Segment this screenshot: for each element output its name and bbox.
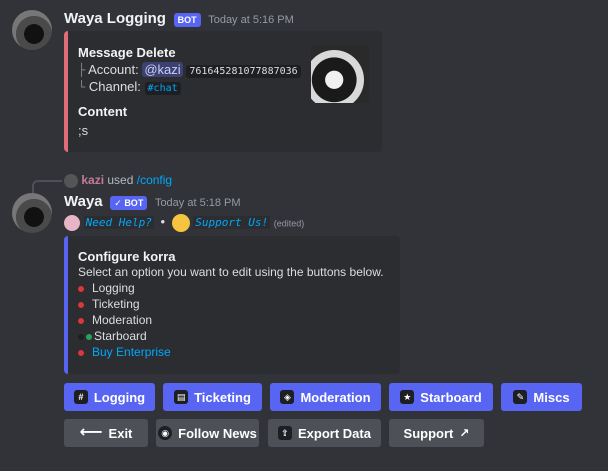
embed-description: Select an option you want to edit using … xyxy=(78,265,384,279)
option-moderation: Moderation xyxy=(78,313,152,327)
account-line: ├ Account: @kazi 761645281077887036 xyxy=(78,62,301,78)
embed-accent-bar xyxy=(64,31,68,152)
message-header: Waya Logging BOT Today at 5:16 PM xyxy=(64,10,294,27)
need-help-link[interactable]: Need Help? xyxy=(83,216,154,230)
content-title: Content xyxy=(78,104,128,119)
reply-user[interactable]: kazi xyxy=(81,173,104,187)
separator: • xyxy=(160,214,166,230)
export-data-button[interactable]: ⇪ Export Data xyxy=(268,419,381,447)
bot-badge: BOT xyxy=(173,12,201,27)
wrench-icon: ✎ xyxy=(513,390,528,404)
reply-header[interactable]: kazi used /config xyxy=(64,173,172,188)
timestamp: Today at 5:16 PM xyxy=(208,14,294,26)
button-label: Support xyxy=(403,425,454,441)
account-label: Account: xyxy=(88,62,139,77)
option-buy-enterprise: Buy Enterprise xyxy=(78,345,171,359)
button-label: Starboard xyxy=(420,389,482,405)
reply-command[interactable]: /config xyxy=(137,173,172,187)
shield-icon: ◈ xyxy=(280,390,295,404)
hugging-emoji-icon xyxy=(171,214,190,232)
button-label: Logging xyxy=(93,389,146,405)
username[interactable]: Waya xyxy=(64,193,103,210)
option-label: Starboard xyxy=(94,329,147,343)
verified-bot-badge: ✓ BOT xyxy=(110,195,148,210)
status-dot-icon xyxy=(78,317,84,324)
status-dot-icon xyxy=(78,301,84,308)
reply-connector xyxy=(32,180,62,194)
avatar[interactable] xyxy=(12,193,52,233)
follow-news-button[interactable]: ◉ Follow News xyxy=(156,419,259,447)
logging-button[interactable]: # Logging xyxy=(64,383,155,411)
help-emoji-icon xyxy=(64,215,80,231)
moderation-button[interactable]: ◈ Moderation xyxy=(270,383,381,411)
embed-title: Configure korra xyxy=(78,249,176,264)
button-label: Exit xyxy=(108,425,133,441)
timestamp: Today at 5:18 PM xyxy=(154,197,241,209)
user-mention[interactable]: @kazi xyxy=(142,62,183,77)
message-content: Need Help? • Support Us! (edited) xyxy=(64,214,304,232)
option-starboard: Starboard xyxy=(78,329,147,343)
export-icon: ⇪ xyxy=(278,426,293,440)
option-ticketing: Ticketing xyxy=(78,297,140,311)
button-label: Follow News xyxy=(178,425,257,441)
support-us-link[interactable]: Support Us! xyxy=(193,216,271,230)
embed-title: Message Delete xyxy=(78,45,176,60)
exit-button[interactable]: ⟵ Exit xyxy=(64,419,148,447)
external-link-icon: ↗ xyxy=(459,426,470,440)
arrow-left-icon: ⟵ xyxy=(79,424,103,441)
button-label: Ticketing xyxy=(194,389,251,405)
embed-thumbnail[interactable] xyxy=(311,45,369,103)
channel-label: Channel: xyxy=(88,79,141,94)
embed-accent-bar xyxy=(64,236,68,374)
miscs-button[interactable]: ✎ Miscs xyxy=(501,383,582,411)
status-dot-icon xyxy=(78,349,84,356)
option-label: Moderation xyxy=(92,313,153,327)
bot-badge-label: BOT xyxy=(124,197,144,208)
ticketing-button[interactable]: ▤ Ticketing xyxy=(163,383,262,411)
option-logging: Logging xyxy=(78,281,135,295)
channel-link[interactable]: #chat xyxy=(144,82,181,95)
edited-label: (edited) xyxy=(273,218,305,229)
tree-branch-icon: ├ xyxy=(78,63,86,77)
channel-line: └ Channel: #chat xyxy=(78,79,181,95)
content-value: ;s xyxy=(78,123,89,138)
embed-configure: Configure korra Select an option you wan… xyxy=(64,236,400,374)
account-id: 761645281077887036 xyxy=(186,65,301,78)
status-dot-icon xyxy=(78,285,84,292)
option-label: Logging xyxy=(92,281,135,295)
star-icon: ★ xyxy=(400,390,415,404)
button-label: Moderation xyxy=(300,389,371,405)
ticket-icon: ▤ xyxy=(174,390,189,404)
message-header: Waya ✓ BOT Today at 5:18 PM xyxy=(64,193,241,210)
username[interactable]: Waya Logging xyxy=(64,10,166,27)
github-icon: ◉ xyxy=(158,426,173,440)
buy-enterprise-link[interactable]: Buy Enterprise xyxy=(92,345,171,359)
button-label: Export Data xyxy=(298,425,371,441)
support-button[interactable]: Support ↗ xyxy=(389,419,484,447)
status-dot-green-icon xyxy=(86,333,92,340)
button-label: Miscs xyxy=(533,389,570,405)
embed-message-delete: Message Delete ├ Account: @kazi 76164528… xyxy=(64,31,382,152)
reply-used-text: used xyxy=(107,173,134,187)
hash-icon: # xyxy=(73,390,88,404)
reply-avatar xyxy=(64,173,78,188)
avatar[interactable] xyxy=(12,10,52,50)
starboard-button[interactable]: ★ Starboard xyxy=(389,383,493,411)
option-label: Ticketing xyxy=(92,297,140,311)
status-dot-icon xyxy=(78,333,84,340)
tree-end-icon: └ xyxy=(78,80,86,94)
